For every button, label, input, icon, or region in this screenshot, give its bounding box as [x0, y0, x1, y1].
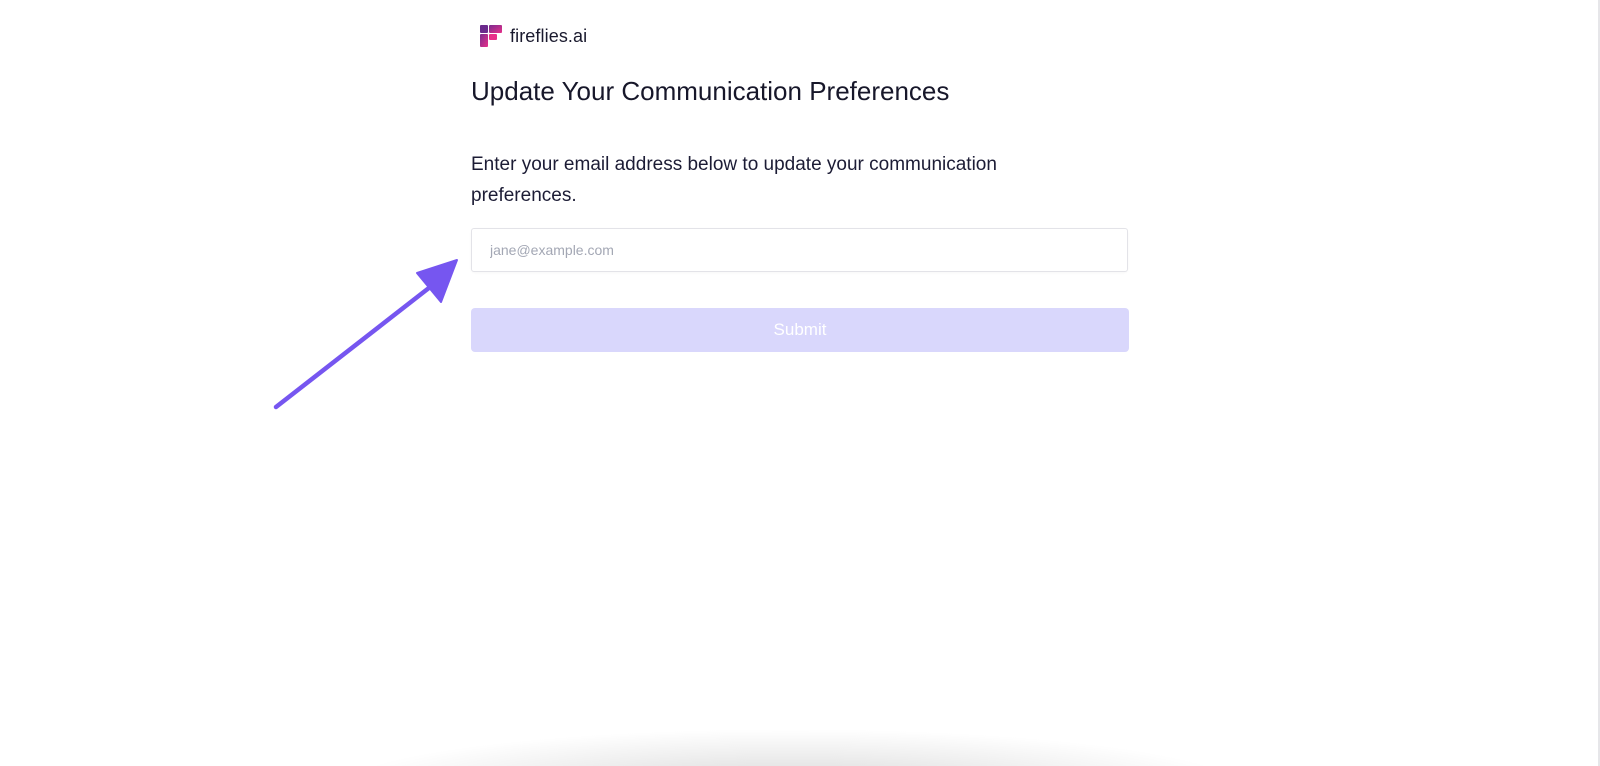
page-description: Enter your email address below to update…	[471, 154, 997, 206]
page-title: Update Your Communication Preferences	[471, 76, 950, 106]
brand-name: fireflies.ai	[510, 25, 588, 46]
window-bottom-shadow	[340, 730, 1240, 766]
pointer-arrow-icon	[273, 259, 458, 410]
brand-header[interactable]: fireflies.ai	[480, 25, 587, 47]
browser-page: fireflies.ai Update Your Communication P…	[0, 0, 1600, 766]
email-field[interactable]	[471, 228, 1128, 272]
fireflies-logo-icon	[480, 25, 502, 47]
submit-button[interactable]: Submit	[471, 308, 1129, 352]
